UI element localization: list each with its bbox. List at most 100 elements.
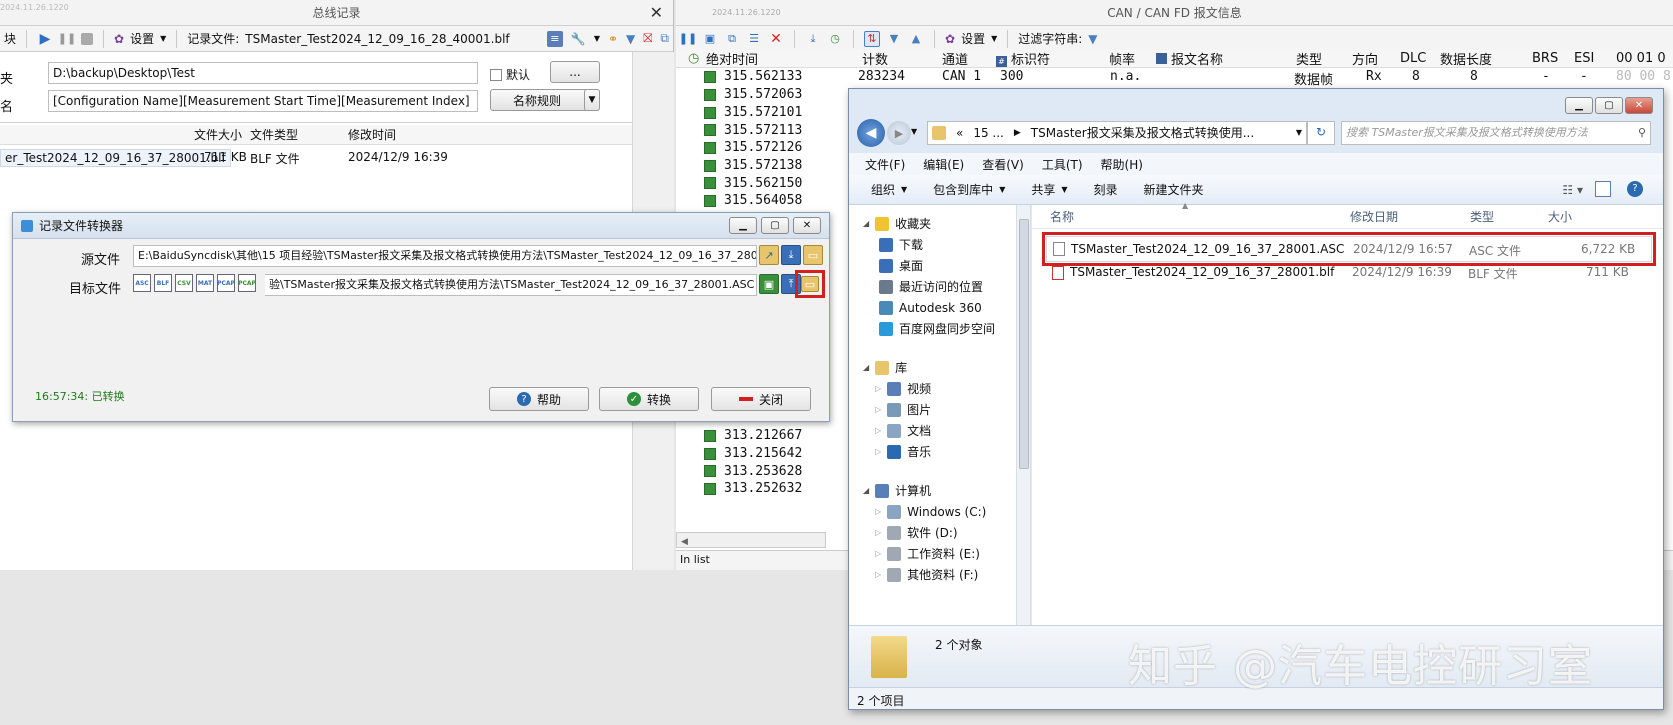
arrow-up-icon[interactable]: ▲	[908, 31, 924, 47]
nav-item[interactable]: 百度网盘同步空间	[863, 318, 1030, 339]
clock-icon[interactable]: ◷	[827, 31, 843, 47]
table-row[interactable]: 315.562150	[704, 174, 834, 192]
table-row[interactable]: 313.252632	[704, 480, 834, 498]
settings-menu[interactable]: 设置	[130, 30, 154, 47]
nav-item[interactable]: ▷ 图片	[863, 399, 1030, 420]
col-direction[interactable]: 方向	[1352, 49, 1378, 68]
view-icon[interactable]: ☷ ▾	[1562, 183, 1583, 197]
save-icon[interactable]: ▣	[759, 274, 779, 294]
folder-icon[interactable]: ▭	[801, 276, 819, 292]
play-icon[interactable]: ▶	[37, 31, 53, 47]
sort-icon[interactable]: ⇅	[864, 30, 880, 47]
close-icon[interactable]: ✕	[1625, 97, 1653, 114]
table-row[interactable]: 315.562133 283234 CAN 1 300 n.a. 数据帧 Rx …	[676, 68, 1673, 88]
back-icon[interactable]: ◀	[857, 119, 885, 147]
table-row[interactable]: 313.253628	[704, 462, 834, 480]
pause-icon[interactable]: ❚❚	[58, 31, 76, 47]
col-date[interactable]: 修改日期	[1350, 208, 1398, 225]
col-identifier[interactable]: # 标识符	[996, 49, 1050, 68]
col-data[interactable]: 00 01 0	[1616, 51, 1666, 66]
link-icon[interactable]: ⚭	[608, 32, 618, 46]
col-type[interactable]: 类型	[1470, 208, 1494, 225]
close-button[interactable]: 关闭	[711, 387, 811, 411]
table-row[interactable]: 313.215642	[704, 445, 834, 463]
col-type[interactable]: 文件类型	[250, 126, 298, 143]
export-icon[interactable]: ⧉	[660, 31, 669, 46]
name-pattern-input[interactable]: [Configuration Name][Measurement Start T…	[48, 90, 478, 112]
nav-favorites[interactable]: ◢ 收藏夹	[863, 213, 1030, 234]
expand-icon[interactable]: ▷	[875, 447, 881, 456]
maximize-icon[interactable]: ▢	[761, 217, 789, 234]
wrench-icon[interactable]: 🔧	[571, 32, 586, 46]
table-row[interactable]: 315.564058	[704, 192, 834, 210]
filter-icon[interactable]: ▼	[626, 32, 635, 46]
nav-item[interactable]: ▷ Windows (C:)	[863, 501, 1030, 522]
horizontal-scrollbar[interactable]: ◀	[676, 532, 826, 548]
command-item[interactable]: 刻录	[1094, 181, 1118, 198]
list-icon[interactable]: ☰	[746, 31, 762, 47]
table-row[interactable]: TSMaster_Test2024_12_09_16_37_28001.blf …	[1046, 262, 1652, 284]
search-input[interactable]: 搜索 TSMaster报文采集及报文格式转换使用方法 ⚲	[1341, 121, 1651, 145]
col-abs-time[interactable]: 绝对时间	[706, 49, 758, 68]
minimize-icon[interactable]: ▁	[729, 217, 757, 234]
nav-library[interactable]: ◢ 库	[863, 357, 1030, 378]
history-dropdown-icon[interactable]: ▼	[911, 127, 917, 136]
col-rate[interactable]: 帧率	[1109, 49, 1135, 68]
expand-icon[interactable]: ▷	[875, 426, 881, 435]
table-row[interactable]: TSMaster_Test2024_12_09_16_37_28001.ASC …	[1046, 236, 1652, 262]
col-esi[interactable]: ESI	[1574, 51, 1594, 66]
folder-input[interactable]: D:\backup\Desktop\Test	[48, 62, 478, 84]
minimize-icon[interactable]: ▁	[1565, 97, 1593, 114]
table-row[interactable]: 313.212667	[704, 427, 834, 445]
copy-icon[interactable]: ⧉	[724, 31, 740, 47]
nav-item[interactable]: 下载	[863, 234, 1030, 255]
menu-item[interactable]: 编辑(E)	[923, 156, 964, 172]
nav-scrollbar[interactable]	[1016, 205, 1030, 625]
filter-icon[interactable]: ▼	[1088, 32, 1097, 46]
nav-item[interactable]: ▷ 文档	[863, 420, 1030, 441]
col-count[interactable]: 计数	[862, 49, 888, 68]
close-icon[interactable]: ✕	[793, 217, 821, 234]
table-row[interactable]: 315.572113	[704, 121, 834, 139]
col-size[interactable]: 文件大小	[194, 126, 242, 143]
command-item[interactable]: 组织 ▼	[871, 181, 907, 198]
naming-rule-dropdown-icon[interactable]: ▼	[584, 89, 600, 111]
format-asc-button[interactable]: ASC	[133, 274, 151, 292]
col-brs[interactable]: BRS	[1532, 51, 1558, 66]
close-icon[interactable]: ✕	[650, 3, 663, 22]
address-bar[interactable]: « 15 ... ▶ TSMaster报文采集及报文格式转换使用... ▼	[927, 121, 1307, 145]
col-channel[interactable]: 通道	[942, 49, 968, 68]
nav-item[interactable]: ▷ 工作资料 (E:)	[863, 543, 1030, 564]
table-row[interactable]: 315.572138	[704, 157, 834, 175]
checkbox-box[interactable]	[490, 68, 502, 81]
format-pcap-button[interactable]: PCAP	[238, 274, 256, 292]
format-pcap-button[interactable]: PCAP	[217, 274, 235, 292]
download-icon[interactable]: ⤓	[805, 31, 821, 47]
can-settings-menu[interactable]: 设置	[961, 30, 985, 47]
layout-icon[interactable]: ≡	[546, 30, 563, 47]
nav-item[interactable]: ▷ 其他资料 (F:)	[863, 564, 1030, 585]
col-dlc[interactable]: DLC	[1400, 51, 1426, 66]
convert-button[interactable]: ✓ 转换	[599, 387, 699, 411]
col-type[interactable]: 类型	[1296, 49, 1322, 68]
folder-icon[interactable]: ▭	[803, 245, 823, 265]
expand-icon[interactable]: ▷	[875, 528, 881, 537]
breadcrumb-root[interactable]: «	[956, 122, 963, 144]
default-checkbox[interactable]: 默认	[490, 66, 530, 83]
nav-item[interactable]: 最近访问的位置	[863, 276, 1030, 297]
table-row[interactable]: er_Test2024_12_09_16_37_28001.blf 711 KB…	[0, 148, 632, 168]
menu-item[interactable]: 查看(V)	[982, 156, 1024, 172]
expand-icon[interactable]: ◢	[863, 486, 869, 495]
expand-icon[interactable]: ◢	[863, 363, 869, 372]
expand-icon[interactable]: ▷	[875, 384, 881, 393]
expand-icon[interactable]: ▷	[875, 405, 881, 414]
expand-icon[interactable]: ▷	[875, 549, 881, 558]
target-file-input[interactable]: 验\TSMaster报文采集及报文格式转换使用方法\TSMaster_Test2…	[265, 274, 757, 296]
menu-item[interactable]: 文件(F)	[865, 156, 905, 172]
col-message-name[interactable]: 报文名称	[1156, 49, 1223, 68]
table-row[interactable]: 315.572126	[704, 139, 834, 157]
import-icon[interactable]: ⤓	[781, 245, 801, 265]
open-file-icon[interactable]: ↗	[759, 245, 779, 265]
nav-item[interactable]: ▷ 视频	[863, 378, 1030, 399]
col-name[interactable]: 名称	[1050, 208, 1074, 225]
